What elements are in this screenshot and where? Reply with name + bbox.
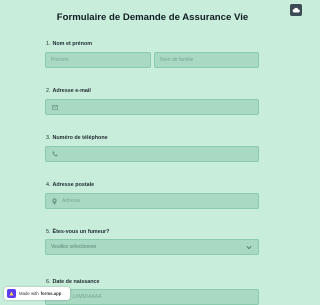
birthdate-placeholder: JJ/MM/AAAA xyxy=(72,294,102,300)
first-name-placeholder: Prénom xyxy=(51,57,69,63)
mail-icon xyxy=(51,104,58,111)
address-placeholder: Adresse xyxy=(62,198,81,204)
birthdate-input[interactable]: JJ/MM/AAAA xyxy=(45,289,259,305)
address-input[interactable]: Adresse xyxy=(45,193,259,209)
first-name-input[interactable]: Prénom xyxy=(45,52,151,68)
last-name-input[interactable]: Nom de famille xyxy=(154,52,259,68)
smoker-select-value: Veuillez sélectionner xyxy=(51,244,97,250)
location-pin-icon xyxy=(51,197,58,205)
phone-icon xyxy=(51,151,58,158)
question-2-label: 2. Adresse e-mail xyxy=(46,88,91,94)
smoker-select[interactable]: Veuillez sélectionner xyxy=(45,239,259,255)
question-3-label: 3. Numéro de téléphone xyxy=(46,135,108,141)
question-5-label: 5. Êtes-vous un fumeur? xyxy=(46,229,110,235)
forms-app-logo-icon xyxy=(7,289,16,298)
last-name-placeholder: Nom de famille xyxy=(160,57,194,63)
email-input[interactable] xyxy=(45,99,259,115)
question-1-label: 1. Nom et prénom xyxy=(46,41,93,47)
form-page: Formulaire de Demande de Assurance Vie 1… xyxy=(0,0,305,305)
made-with-badge[interactable]: Made with forms.app xyxy=(4,287,70,300)
chevron-down-icon xyxy=(246,245,252,250)
badge-prefix: Made with xyxy=(19,291,39,296)
form-title: Formulaire de Demande de Assurance Vie xyxy=(56,12,249,23)
question-4-label: 4. Adresse postale xyxy=(46,182,95,188)
phone-input[interactable] xyxy=(45,146,259,162)
badge-brand: forms.app xyxy=(40,291,62,296)
question-6-label: 6. Date de naissance xyxy=(46,279,100,285)
